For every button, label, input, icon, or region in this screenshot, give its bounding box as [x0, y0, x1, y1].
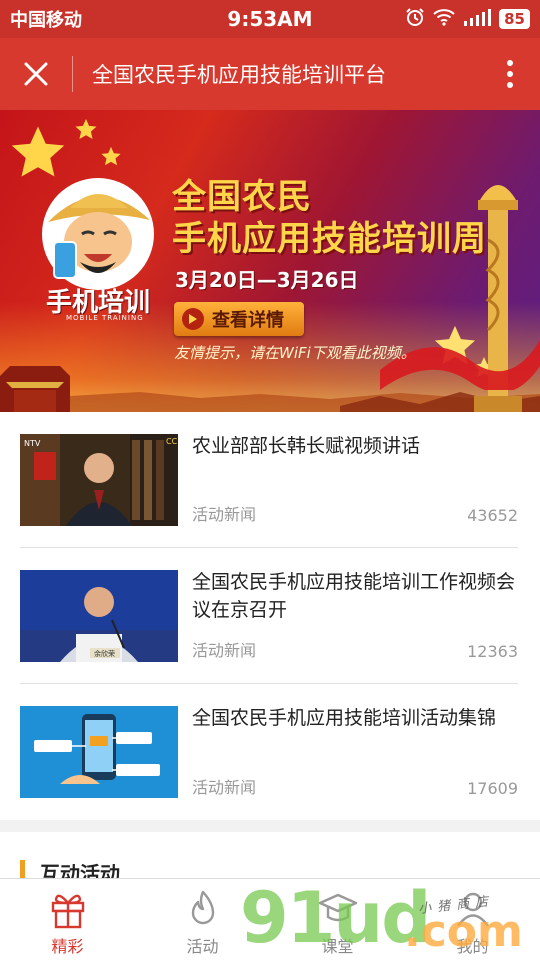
- banner-title: 全国农民 手机应用技能培训周: [172, 176, 487, 260]
- status-bar: 中国移动 9:53AM 85: [0, 0, 540, 38]
- news-view-count: 17609: [467, 779, 518, 798]
- tab-label: 课堂: [321, 937, 354, 956]
- svg-text:CC: CC: [166, 437, 178, 446]
- video-thumbnail-icon: 余欣荣: [20, 570, 178, 662]
- close-button[interactable]: [0, 38, 72, 110]
- news-item[interactable]: 全国农民手机应用技能培训活动集锦 活动新闻 17609: [20, 684, 518, 820]
- tab-label: 精彩: [51, 937, 84, 956]
- svg-text:余欣荣: 余欣荣: [94, 649, 115, 658]
- star-icon: [75, 119, 97, 139]
- carrier-name: 中国移动: [10, 10, 82, 31]
- promo-banner[interactable]: 手机培训 MOBILE TRAINING 全国农民 手机应用技能培训周 3月20…: [0, 110, 540, 412]
- section-interactive-activities: 互动活动: [0, 832, 540, 886]
- news-list: NTV CC 农业部部长韩长赋视频讲话 活动新闻 43652 余欣荣 全国农民手…: [0, 412, 540, 820]
- star-icon: [101, 146, 121, 166]
- logo-subtitle: MOBILE TRAINING: [66, 314, 144, 322]
- news-title: 全国农民手机应用技能培训活动集锦: [192, 707, 497, 729]
- news-item[interactable]: NTV CC 农业部部长韩长赋视频讲话 活动新闻 43652: [20, 412, 518, 548]
- news-category: 活动新闻: [192, 641, 257, 660]
- title-bar: 全国农民手机应用技能培训平台: [0, 38, 540, 110]
- more-options-button[interactable]: [480, 38, 540, 110]
- battery-level: 85: [499, 9, 530, 29]
- graduation-cap-icon: [316, 887, 360, 931]
- wifi-icon: [433, 8, 455, 31]
- bottom-tab-bar: 精彩 活动 课堂 我的: [0, 878, 540, 960]
- svg-text:NTV: NTV: [24, 439, 41, 448]
- infographic-thumbnail-icon: [20, 706, 178, 798]
- play-icon: [182, 308, 204, 330]
- alarm-icon: [405, 7, 425, 32]
- tab-profile[interactable]: 我的: [405, 879, 540, 960]
- flame-icon: [181, 887, 225, 931]
- page-title: 全国农民手机应用技能培训平台: [92, 63, 386, 87]
- news-category: 活动新闻: [192, 778, 257, 797]
- view-details-button[interactable]: 查看详情: [174, 302, 304, 336]
- signal-icon: [463, 8, 492, 31]
- video-thumbnail-icon: NTV CC: [20, 434, 178, 526]
- banner-title-line2: 手机应用技能培训周: [172, 219, 487, 259]
- more-vertical-icon: [507, 60, 513, 88]
- news-category: 活动新闻: [192, 505, 257, 524]
- news-view-count: 43652: [467, 506, 518, 525]
- banner-date: 3月20日—3月26日: [175, 268, 359, 292]
- tab-classroom[interactable]: 课堂: [270, 879, 405, 960]
- status-icons: 85: [405, 7, 530, 32]
- news-title: 农业部部长韩长赋视频讲话: [192, 435, 421, 457]
- gift-icon: [46, 887, 90, 931]
- view-details-label: 查看详情: [212, 310, 284, 331]
- banner-title-line1: 全国农民: [172, 177, 312, 217]
- tab-label: 我的: [456, 937, 489, 956]
- tab-label: 活动: [186, 937, 219, 956]
- news-view-count: 12363: [467, 642, 518, 661]
- news-item[interactable]: 余欣荣 全国农民手机应用技能培训工作视频会议在京召开 活动新闻 12363: [20, 548, 518, 684]
- tab-activities[interactable]: 活动: [135, 879, 270, 960]
- tab-featured[interactable]: 精彩: [0, 879, 135, 960]
- news-title: 全国农民手机应用技能培训工作视频会议在京召开: [192, 571, 516, 621]
- close-icon: [24, 62, 48, 86]
- user-icon: [451, 887, 495, 931]
- banner-tip: 友情提示，请在WiFi下观看此视频。: [174, 344, 416, 362]
